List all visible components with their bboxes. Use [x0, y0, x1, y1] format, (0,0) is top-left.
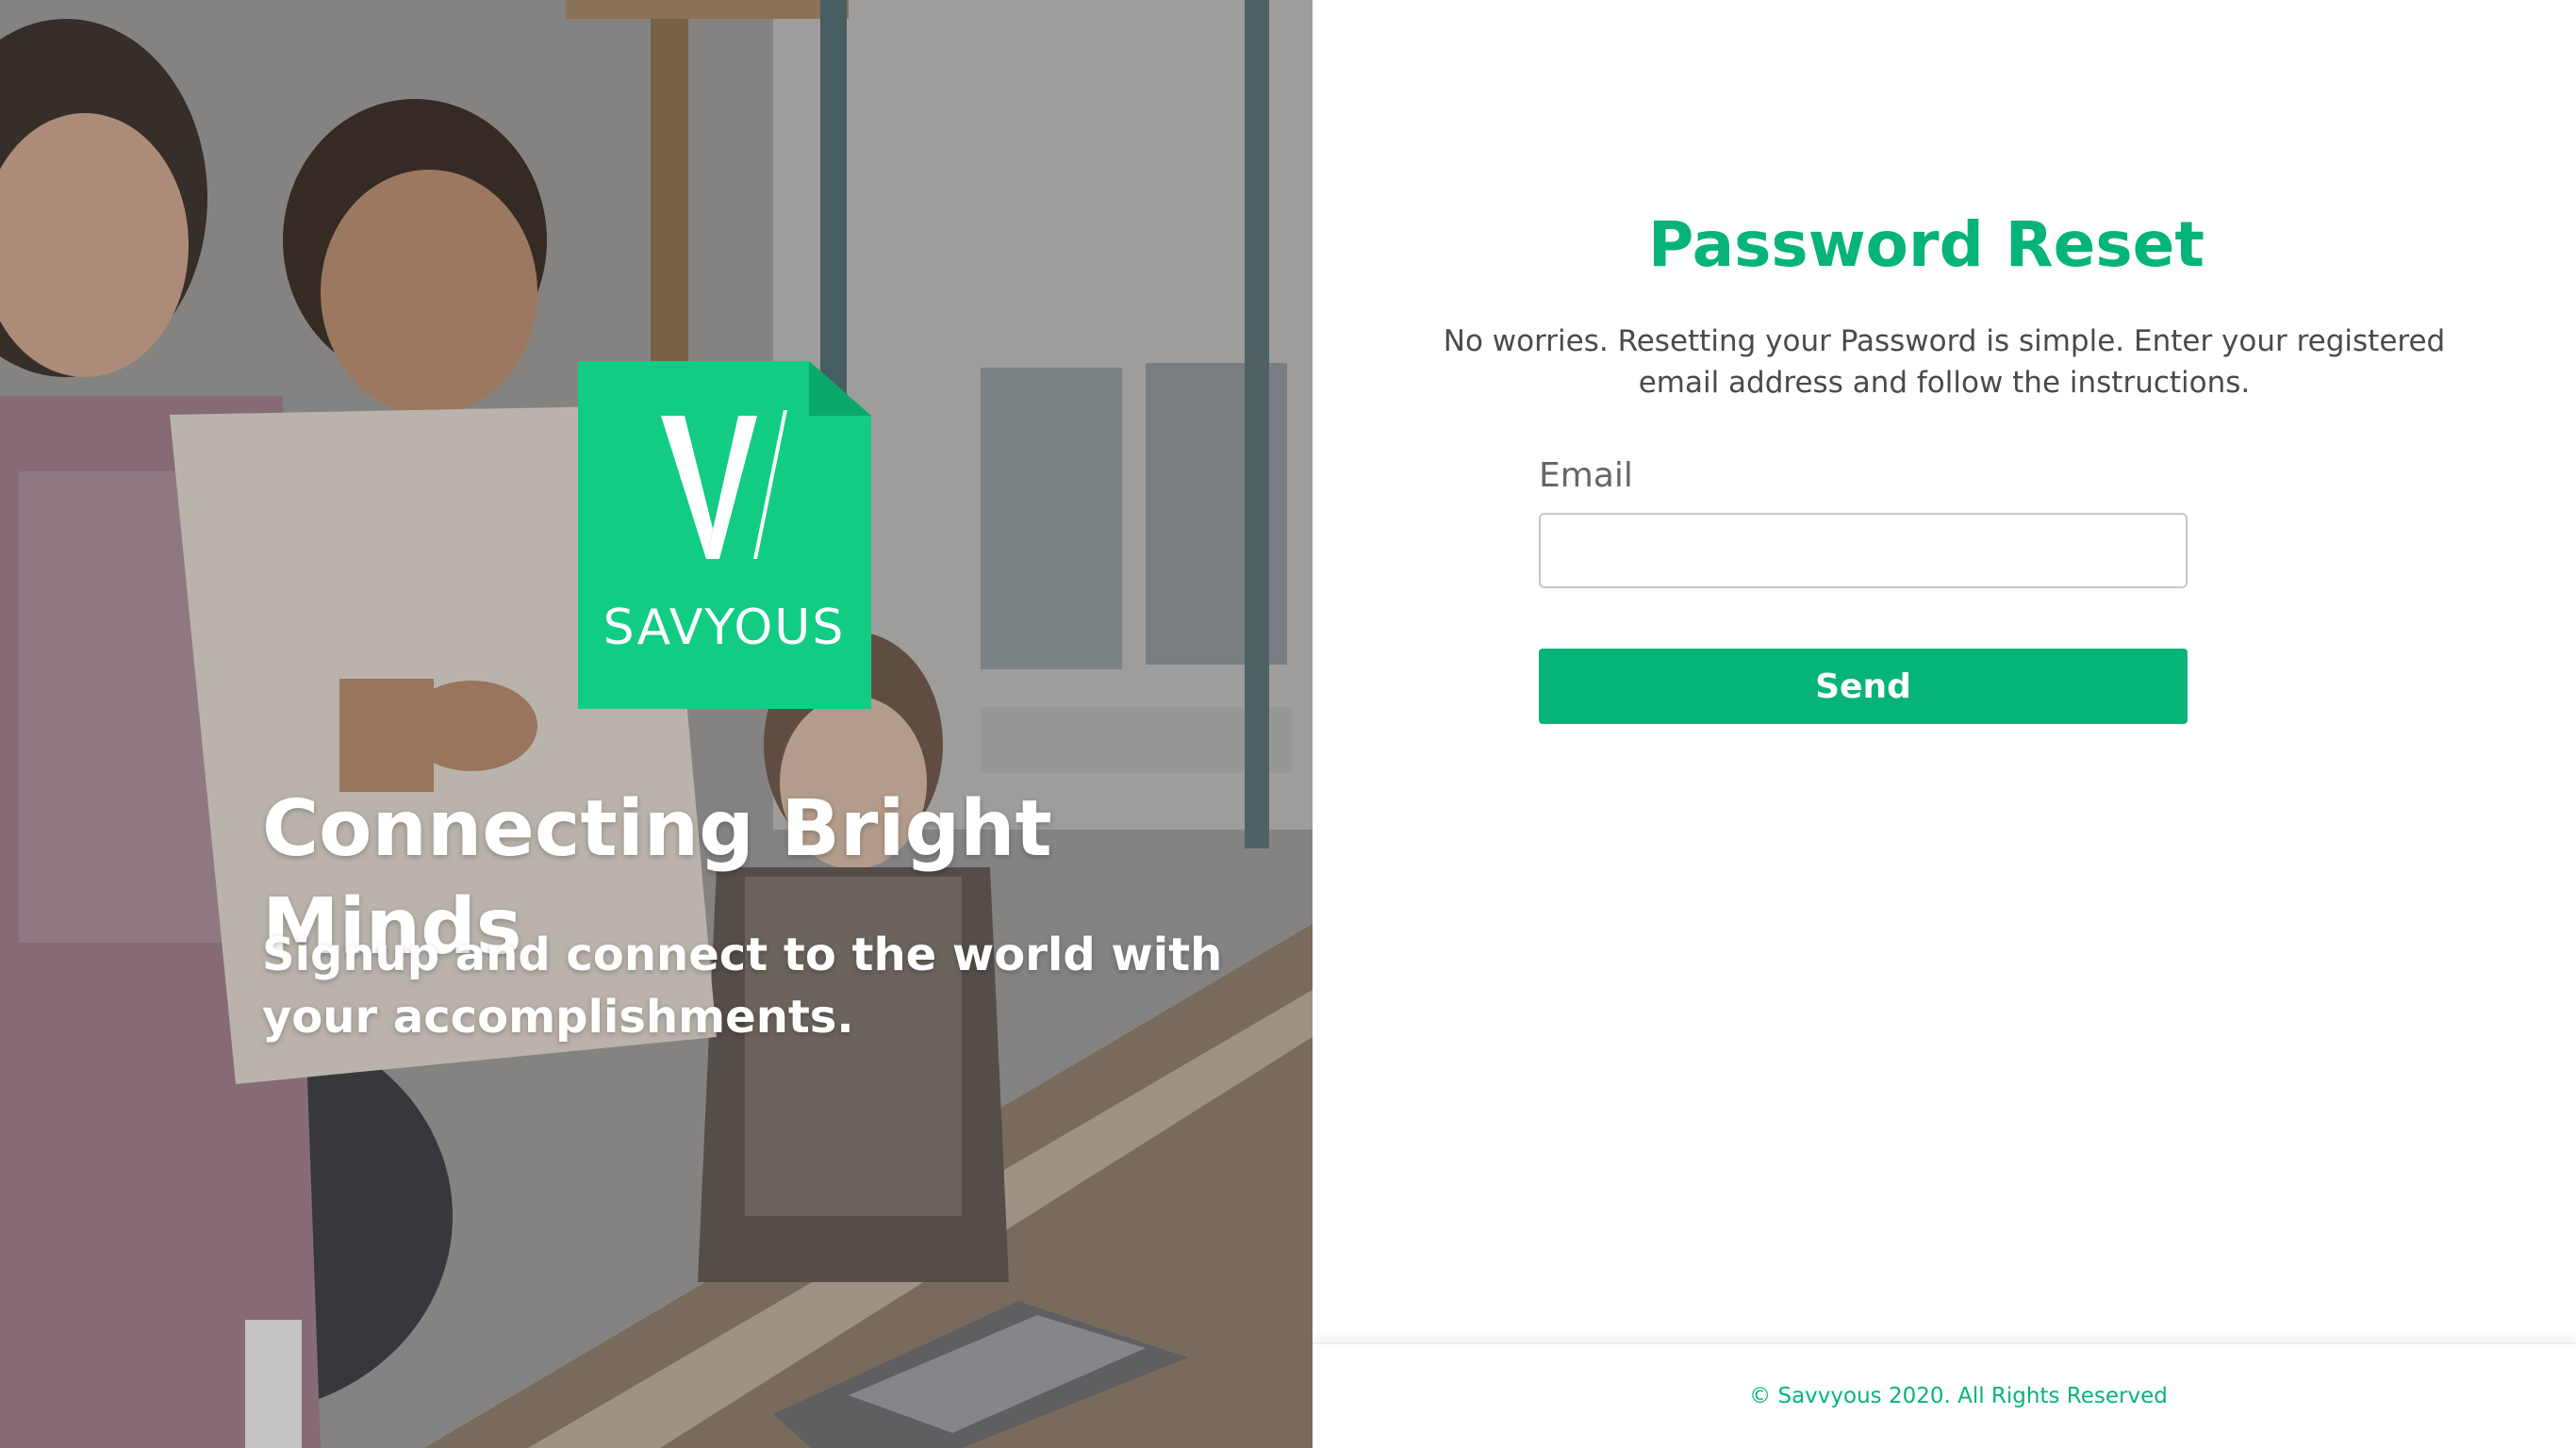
logo-wordmark: SAVYOUS	[603, 600, 846, 656]
hero-overlay	[0, 0, 1313, 1448]
savyous-logo: SAVYOUS	[578, 361, 871, 709]
email-field[interactable]	[1539, 513, 2188, 588]
hero-subtagline: Signup and connect to the world with you…	[262, 929, 1223, 1044]
email-label: Email	[1539, 456, 1633, 495]
footer: © Savvyous 2020. All Rights Reserved	[1313, 1342, 2576, 1448]
reset-instructions: No worries. Resetting your Password is s…	[1443, 324, 2446, 400]
page-title: Password Reset	[1648, 208, 2204, 281]
reset-form-panel: Password Reset No worries. Resetting you…	[1313, 0, 2576, 1448]
hero-panel: SAVYOUS Connecting Bright Minds Signup a…	[0, 0, 1313, 1448]
copyright-text: © Savvyous 2020. All Rights Reserved	[1749, 1384, 2168, 1408]
send-button[interactable]: Send	[1539, 649, 2188, 724]
password-reset-page: SAVYOUS Connecting Bright Minds Signup a…	[0, 0, 2576, 1448]
